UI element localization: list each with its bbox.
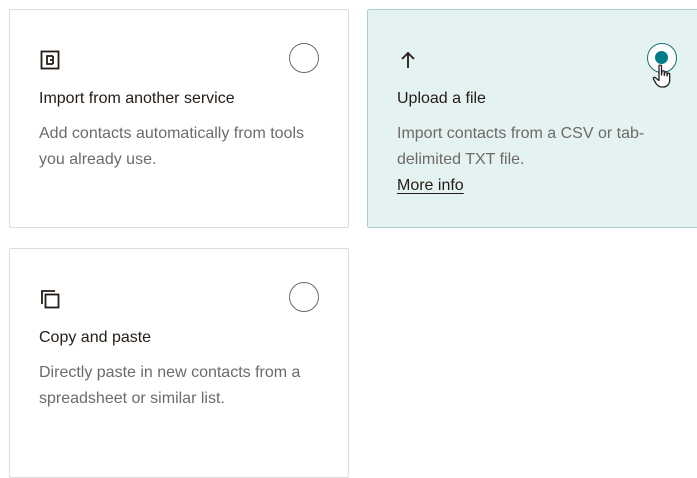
upload-option-title: Upload a file (397, 90, 486, 107)
integration-icon (40, 50, 60, 70)
more-info-link[interactable]: More info (397, 173, 464, 199)
import-option-title: Import from another service (39, 90, 235, 107)
arrow-up-icon (401, 51, 415, 68)
import-option-card[interactable]: Import from another service Add contacts… (9, 9, 349, 228)
import-option-radio[interactable] (289, 43, 319, 73)
import-option-description: Add contacts automatically from tools yo… (39, 125, 305, 168)
copy-paste-option-title: Copy and paste (39, 329, 152, 346)
copy-paste-icon (41, 290, 60, 309)
upload-option-description: Import contacts from a CSV or tab-delimi… (397, 125, 645, 168)
copy-paste-option-card[interactable]: Copy and paste Directly paste in new con… (9, 248, 349, 478)
upload-option-description-block: Import contacts from a CSV or tab-delimi… (397, 121, 687, 199)
copy-paste-option-description: Directly paste in new contacts from a sp… (39, 364, 301, 407)
hand-pointer-cursor-icon (652, 64, 671, 88)
copy-paste-option-radio[interactable] (289, 282, 319, 312)
upload-option-card[interactable]: Upload a file Import contacts from a CSV… (367, 9, 697, 228)
